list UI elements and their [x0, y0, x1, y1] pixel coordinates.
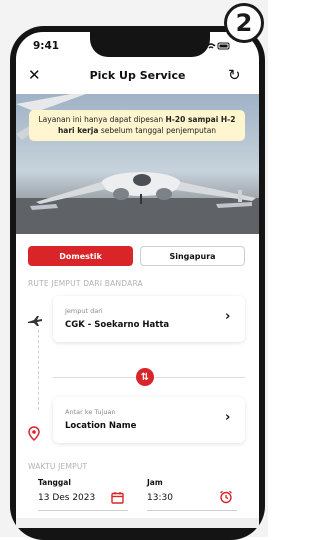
status-time: 9:41 — [33, 40, 60, 52]
top-nav: ✕ Pick Up Service ↻ — [16, 64, 259, 92]
booking-notice: Layanan ini hanya dapat dipesan H-20 sam… — [29, 110, 245, 141]
schedule-section-label: WAKTU JEMPUT — [28, 462, 88, 471]
notice-text-end: sebelum tanggal penjemputan — [98, 125, 217, 135]
tab-singapura[interactable]: Singapura — [140, 246, 245, 266]
airplane-icon — [28, 316, 42, 326]
date-underline — [38, 510, 128, 511]
route-connector — [38, 330, 39, 410]
notice-text: Layanan ini hanya dapat dipesan — [38, 115, 166, 124]
swap-route-button[interactable]: ⇅ — [136, 368, 154, 386]
app-screen: 9:41 ✕ Pick Up Service ↻ Layanan ini han… — [16, 32, 259, 528]
alarm-clock-icon[interactable] — [219, 490, 233, 504]
pickup-value: CGK - Soekarno Hatta — [65, 320, 170, 330]
phone-notch — [90, 31, 210, 57]
refresh-icon[interactable]: ↻ — [228, 66, 241, 84]
page-title: Pick Up Service — [89, 69, 186, 82]
date-label: Tanggal — [38, 478, 71, 487]
step-badge: 2 — [224, 3, 264, 43]
time-underline — [147, 510, 237, 511]
bottom-area — [16, 518, 259, 528]
time-field[interactable]: 13:30 — [147, 493, 173, 503]
destination-caption: Antar ke Tujuan — [65, 408, 116, 416]
chevron-right-icon: › — [225, 410, 231, 425]
destination-value: Location Name — [65, 421, 137, 431]
location-pin-icon — [28, 426, 40, 441]
pickup-caption: Jemput dari — [65, 307, 103, 315]
hero-airport-image: Layanan ini hanya dapat dipesan H-20 sam… — [16, 94, 259, 234]
destination-card[interactable]: Antar ke Tujuan Location Name › — [53, 397, 245, 443]
tab-domestik[interactable]: Domestik — [28, 246, 133, 266]
route-section-label: RUTE JEMPUT DARI BANDARA — [28, 279, 143, 288]
date-field[interactable]: 13 Des 2023 — [38, 493, 95, 503]
calendar-icon[interactable] — [111, 491, 124, 504]
pickup-location-card[interactable]: Jemput dari CGK - Soekarno Hatta › — [53, 296, 245, 342]
time-label: Jam — [147, 478, 163, 487]
chevron-right-icon: › — [225, 309, 231, 324]
